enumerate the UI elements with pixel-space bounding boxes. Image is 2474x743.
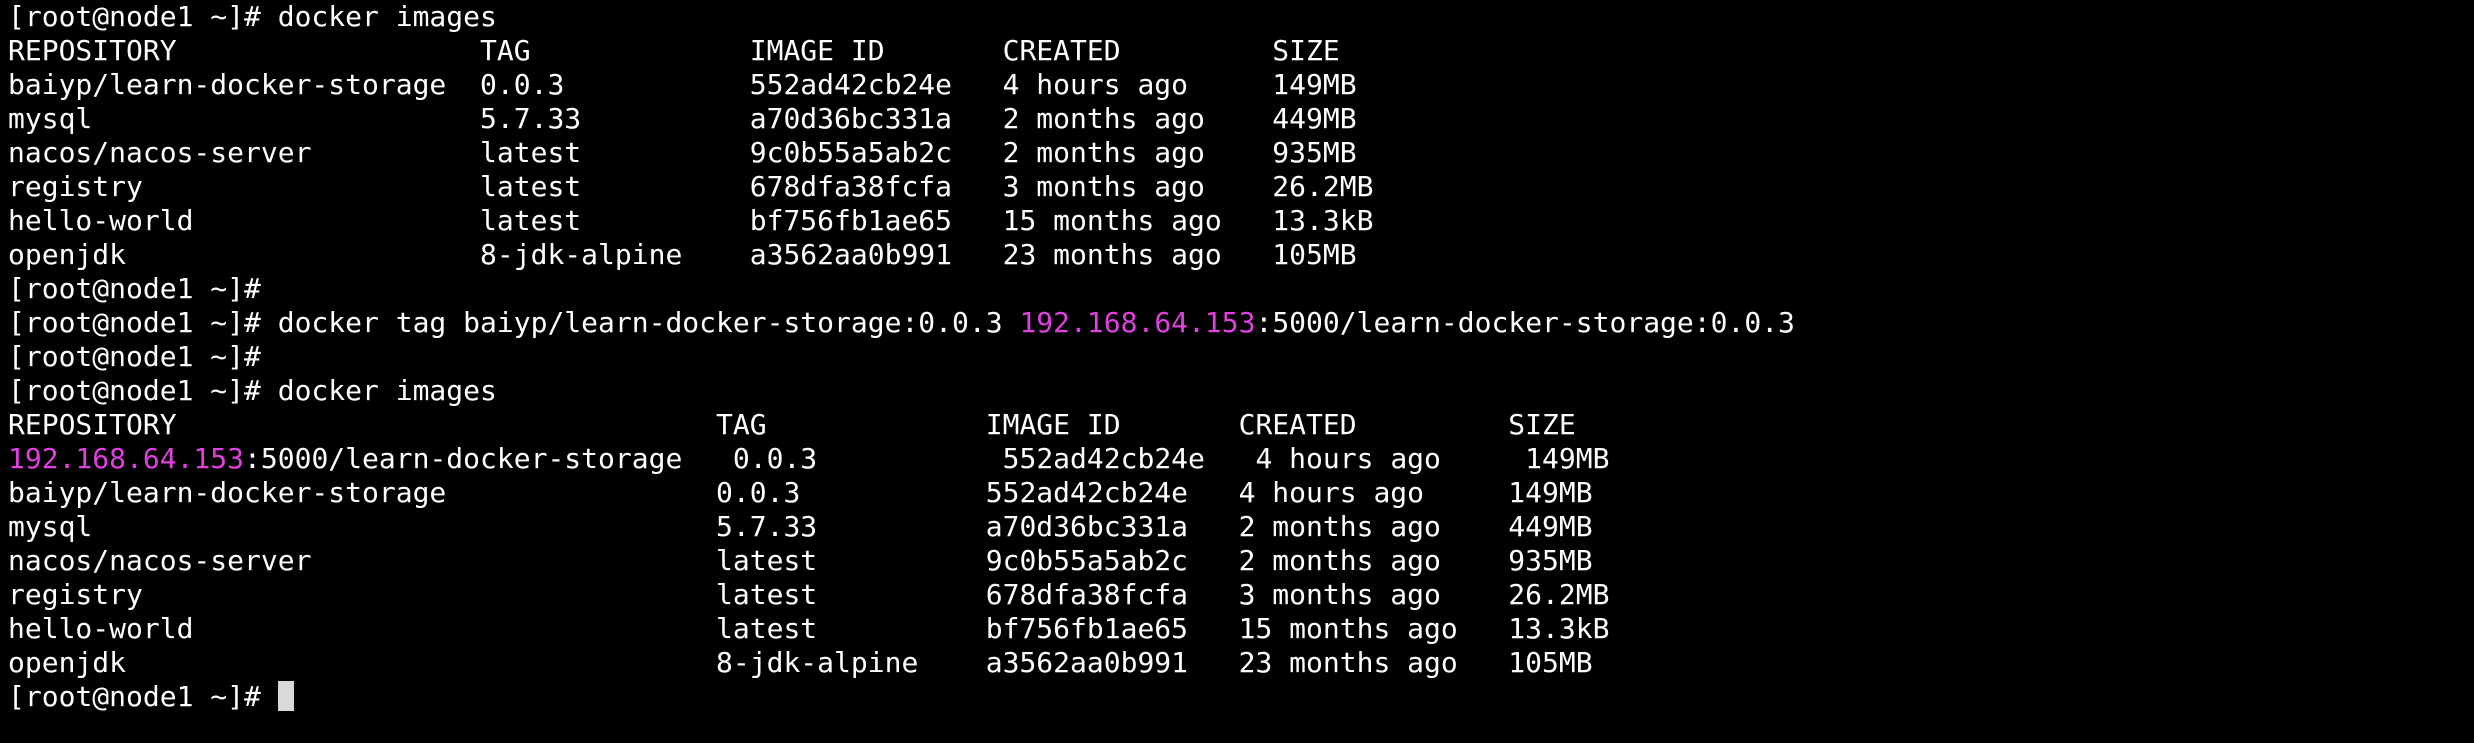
command-line: [root@node1 ~]# (8, 340, 2474, 374)
command-text: :5000/learn-docker-storage:0.0.3 (1255, 306, 1795, 339)
command-line: [root@node1 ~]# (8, 272, 2474, 306)
output-text: hello-world latest bf756fb1ae65 15 month… (8, 612, 1610, 645)
output-text: nacos/nacos-server latest 9c0b55a5ab2c 2… (8, 136, 1357, 169)
output-text: hello-world latest bf756fb1ae65 15 month… (8, 204, 1374, 237)
command-line: [root@node1 ~]# docker tag baiyp/learn-d… (8, 306, 2474, 340)
shell-prompt: [root@node1 ~]# (8, 306, 278, 339)
output-line: nacos/nacos-server latest 9c0b55a5ab2c 2… (8, 136, 2474, 170)
shell-prompt: [root@node1 ~]# (8, 374, 278, 407)
output-text: openjdk 8-jdk-alpine a3562aa0b991 23 mon… (8, 238, 1357, 271)
command-text: docker tag baiyp/learn-docker-storage:0.… (277, 306, 1020, 339)
output-text: mysql 5.7.33 a70d36bc331a 2 months ago 4… (8, 510, 1593, 543)
output-line: openjdk 8-jdk-alpine a3562aa0b991 23 mon… (8, 238, 2474, 272)
output-text: REPOSITORY TAG IMAGE ID CREATED SIZE (8, 408, 1576, 441)
terminal-window[interactable]: [root@node1 ~]# docker images REPOSITORY … (0, 0, 2474, 743)
output-text: baiyp/learn-docker-storage 0.0.3 552ad42… (8, 476, 1593, 509)
output-line: mysql 5.7.33 a70d36bc331a 2 months ago 4… (8, 102, 2474, 136)
output-text: REPOSITORY TAG IMAGE ID CREATED SIZE (8, 34, 1340, 67)
command-text: docker images (277, 0, 497, 33)
output-line: baiyp/learn-docker-storage 0.0.3 552ad42… (8, 68, 2474, 102)
shell-prompt: [root@node1 ~]# (8, 272, 278, 305)
output-text: mysql 5.7.33 a70d36bc331a 2 months ago 4… (8, 102, 1357, 135)
output-text: registry latest 678dfa38fcfa 3 months ag… (8, 578, 1610, 611)
command-line: [root@node1 ~]# (8, 680, 2474, 714)
output-line: registry latest 678dfa38fcfa 3 months ag… (8, 170, 2474, 204)
output-text: openjdk 8-jdk-alpine a3562aa0b991 23 mon… (8, 646, 1593, 679)
terminal-cursor (277, 681, 294, 711)
output-line: registry latest 678dfa38fcfa 3 months ag… (8, 578, 2474, 612)
ip-address-highlight: 192.168.64.153 (1019, 306, 1256, 339)
output-line: REPOSITORY TAG IMAGE ID CREATED SIZE (8, 408, 2474, 442)
ip-address-highlight: 192.168.64.153 (8, 442, 245, 475)
shell-prompt: [root@node1 ~]# (8, 680, 278, 713)
output-line: baiyp/learn-docker-storage 0.0.3 552ad42… (8, 476, 2474, 510)
output-text: nacos/nacos-server latest 9c0b55a5ab2c 2… (8, 544, 1593, 577)
output-line: 192.168.64.153:5000/learn-docker-storage… (8, 442, 2474, 476)
output-line: mysql 5.7.33 a70d36bc331a 2 months ago 4… (8, 510, 2474, 544)
output-text: :5000/learn-docker-storage 0.0.3 552ad42… (244, 442, 1610, 475)
command-text: docker images (277, 374, 497, 407)
output-line: REPOSITORY TAG IMAGE ID CREATED SIZE (8, 34, 2474, 68)
output-text: baiyp/learn-docker-storage 0.0.3 552ad42… (8, 68, 1357, 101)
output-line: nacos/nacos-server latest 9c0b55a5ab2c 2… (8, 544, 2474, 578)
shell-prompt: [root@node1 ~]# (8, 0, 278, 33)
command-line: [root@node1 ~]# docker images (8, 374, 2474, 408)
terminal-output: [root@node1 ~]# docker images REPOSITORY … (8, 0, 2474, 714)
output-line: openjdk 8-jdk-alpine a3562aa0b991 23 mon… (8, 646, 2474, 680)
output-text: registry latest 678dfa38fcfa 3 months ag… (8, 170, 1374, 203)
output-line: hello-world latest bf756fb1ae65 15 month… (8, 612, 2474, 646)
command-line: [root@node1 ~]# docker images (8, 0, 2474, 34)
shell-prompt: [root@node1 ~]# (8, 340, 278, 373)
output-line: hello-world latest bf756fb1ae65 15 month… (8, 204, 2474, 238)
